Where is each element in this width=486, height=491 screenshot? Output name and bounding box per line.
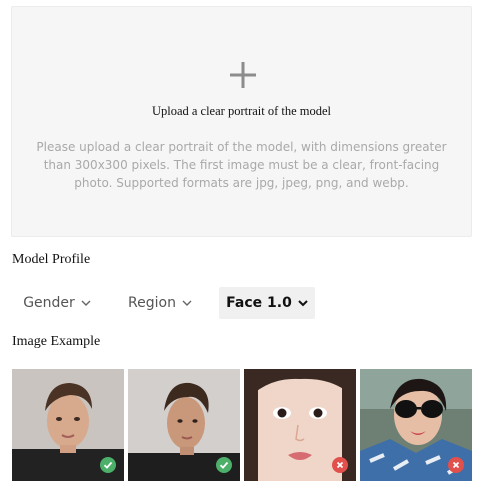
check-icon xyxy=(219,461,229,469)
gender-label: Gender xyxy=(23,295,75,311)
image-example-title: Image Example xyxy=(12,334,101,349)
model-profile-title: Model Profile xyxy=(12,252,91,267)
chevron-down-icon xyxy=(182,300,192,306)
chevron-down-icon xyxy=(298,299,308,306)
invalid-badge xyxy=(448,457,464,473)
chevron-down-icon xyxy=(81,300,91,306)
upload-dropzone[interactable]: Upload a clear portrait of the model Ple… xyxy=(11,6,472,237)
plus-icon xyxy=(230,62,256,88)
valid-badge xyxy=(216,457,232,473)
upload-description: Please upload a clear portrait of the mo… xyxy=(36,140,447,190)
face-version-dropdown[interactable]: Face 1.0 xyxy=(219,287,315,319)
invalid-badge xyxy=(332,457,348,473)
example-gallery xyxy=(12,369,474,481)
close-icon xyxy=(336,461,344,469)
check-icon xyxy=(103,461,113,469)
close-icon xyxy=(452,461,460,469)
region-label: Region xyxy=(128,295,176,311)
region-dropdown[interactable]: Region xyxy=(115,287,205,319)
upload-title: Upload a clear portrait of the model xyxy=(151,104,332,118)
valid-badge xyxy=(100,457,116,473)
example-image xyxy=(360,369,472,481)
gender-dropdown[interactable]: Gender xyxy=(12,287,102,319)
example-image xyxy=(12,369,124,481)
example-image xyxy=(128,369,240,481)
face-version-label: Face 1.0 xyxy=(226,295,292,311)
example-image xyxy=(244,369,356,481)
